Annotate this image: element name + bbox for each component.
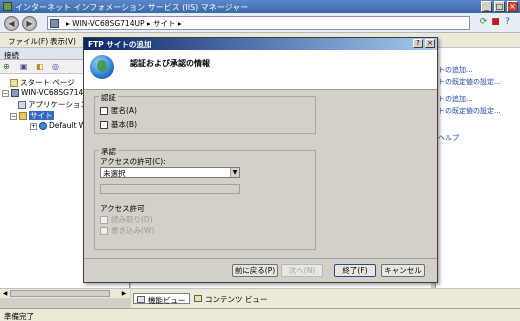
checkbox-label: 読み取り(D): [111, 215, 153, 224]
tree-item-label: サイト: [29, 111, 54, 120]
write-checkbox: 書き込み(W): [100, 225, 154, 235]
actions-panel: トの追加... トの既定値の設定... トの追加... トの既定値の設定... …: [435, 48, 520, 288]
view-tabs: 機能ビュー コンテンツ ビュー: [131, 288, 520, 308]
forward-button[interactable]: ▶: [22, 16, 37, 31]
tree-item-label: スタート ページ: [20, 78, 75, 87]
status-text: 準備完了: [4, 312, 34, 321]
add-ftp-site-dialog: FTP サイトの追加 ? × 認証および承認の情報 認証 匿名(A) 基本(B)…: [83, 37, 438, 283]
minimize-button[interactable]: _: [481, 1, 492, 12]
breadcrumb: ▸ WIN-VC68SG714UP ▸ サイト ▸: [66, 19, 182, 28]
tree-item-server[interactable]: − WIN-VC68SG714: [2, 88, 83, 98]
scroll-right-icon[interactable]: ▶: [120, 290, 128, 298]
scroll-left-icon[interactable]: ◀: [1, 290, 9, 298]
tree-item-app-pools[interactable]: アプリケーション: [18, 99, 88, 109]
dialog-help-button[interactable]: ?: [413, 39, 423, 48]
stop-icon[interactable]: ■: [490, 17, 501, 28]
tree-item-label: Default W: [49, 121, 87, 130]
globe-icon: [39, 122, 47, 130]
tree-item-label: WIN-VC68SG714: [21, 88, 84, 97]
refresh-icon[interactable]: ⟳: [478, 17, 489, 28]
address-bar: ◀ ▶ ▸ WIN-VC68SG714UP ▸ サイト ▸ ⟳ ■ ?: [0, 13, 520, 33]
iis-app-icon: [3, 2, 12, 11]
globe-icon: [90, 55, 114, 79]
breadcrumb-server[interactable]: WIN-VC68SG714UP: [72, 19, 144, 28]
dropdown-arrow-icon[interactable]: ▼: [230, 168, 239, 177]
collapse-icon[interactable]: −: [2, 89, 9, 97]
app-pool-icon: [18, 101, 26, 109]
authentication-group: 認証 匿名(A) 基本(B): [94, 92, 316, 134]
tree-item-default-site[interactable]: + Default W: [30, 121, 86, 131]
menu-view[interactable]: 表示(V): [50, 36, 76, 47]
anonymous-checkbox[interactable]: 匿名(A): [100, 105, 137, 115]
action-ftp-defaults[interactable]: トの既定値の設定...: [438, 106, 501, 116]
horizontal-scrollbar[interactable]: ◀ ▶: [0, 288, 130, 298]
status-bar: 準備完了: [0, 308, 520, 321]
permissions-label: アクセス許可: [100, 204, 145, 213]
features-view-icon: [137, 296, 145, 303]
tab-label: コンテンツ ビュー: [205, 295, 268, 304]
save-icon[interactable]: ▣: [20, 62, 29, 71]
tab-features-view[interactable]: 機能ビュー: [133, 293, 190, 305]
checkbox-box: [100, 216, 108, 224]
finish-button[interactable]: 終了(F): [334, 264, 376, 277]
read-checkbox: 読み取り(D): [100, 214, 153, 224]
address-box[interactable]: ▸ WIN-VC68SG714UP ▸ サイト ▸: [47, 16, 470, 30]
checkbox-box[interactable]: [100, 107, 108, 115]
checkbox-label: 書き込み(W): [111, 226, 155, 235]
server-icon: [50, 19, 59, 28]
action-add-ftp-site[interactable]: トの追加...: [438, 94, 473, 104]
authentication-legend: 認証: [99, 92, 118, 103]
menu-file[interactable]: ファイル(F): [8, 36, 48, 47]
scroll-thumb[interactable]: [10, 290, 110, 297]
window-titlebar: インターネット インフォメーション サービス (IIS) マネージャー _ □ …: [0, 0, 520, 13]
access-user-input: [100, 184, 240, 194]
checkbox-box[interactable]: [100, 121, 108, 129]
cancel-button[interactable]: キャンセル: [381, 264, 425, 277]
dialog-title: FTP サイトの追加: [88, 40, 152, 49]
previous-button[interactable]: 前に戻る(P): [232, 264, 278, 277]
dialog-close-button[interactable]: ×: [425, 39, 435, 48]
next-button: 次へ(N): [281, 264, 323, 277]
tab-label: 機能ビュー: [148, 296, 186, 305]
maximize-button[interactable]: □: [494, 1, 505, 12]
action-add-site[interactable]: トの追加...: [438, 65, 473, 75]
tab-content-view[interactable]: コンテンツ ビュー: [191, 293, 270, 304]
dialog-titlebar: FTP サイトの追加 ? ×: [84, 38, 437, 50]
connect-icon[interactable]: ⊕: [3, 62, 12, 71]
content-view-icon: [194, 295, 202, 302]
access-select-value: 未選択: [103, 169, 126, 178]
disconnect-icon[interactable]: ◎: [52, 62, 61, 71]
help-icon[interactable]: ?: [502, 17, 513, 28]
back-button[interactable]: ◀: [4, 16, 19, 31]
breadcrumb-sites[interactable]: サイト: [153, 19, 176, 28]
access-label: アクセスの許可(C):: [100, 157, 166, 166]
tree-item-sites[interactable]: − サイト: [10, 110, 54, 120]
tree-item-start-page[interactable]: スタート ページ: [10, 77, 75, 87]
server-icon: [11, 89, 19, 97]
folder-icon: [19, 112, 27, 120]
checkbox-box: [100, 227, 108, 235]
window-title: インターネット インフォメーション サービス (IIS) マネージャー: [15, 3, 249, 12]
dialog-header: 認証および承認の情報: [84, 50, 437, 90]
action-help[interactable]: ヘルプ: [438, 133, 459, 143]
checkbox-label: 基本(B): [111, 120, 137, 129]
dialog-heading: 認証および承認の情報: [130, 59, 210, 68]
expand-icon[interactable]: +: [30, 122, 37, 130]
start-page-icon: [10, 79, 18, 87]
basic-checkbox[interactable]: 基本(B): [100, 119, 137, 129]
access-select[interactable]: 未選択 ▼: [100, 167, 240, 178]
authorization-group: 承認 アクセスの許可(C): 未選択 ▼ アクセス許可 読み取り(D) 書き込み…: [94, 146, 316, 250]
close-window-button[interactable]: ×: [507, 1, 518, 12]
up-icon[interactable]: ◧: [36, 62, 45, 71]
tree-item-label: アプリケーション: [28, 100, 88, 109]
collapse-icon[interactable]: −: [10, 112, 17, 120]
checkbox-label: 匿名(A): [111, 106, 137, 115]
action-site-defaults[interactable]: トの既定値の設定...: [438, 77, 501, 87]
footer-divider: [84, 258, 437, 259]
